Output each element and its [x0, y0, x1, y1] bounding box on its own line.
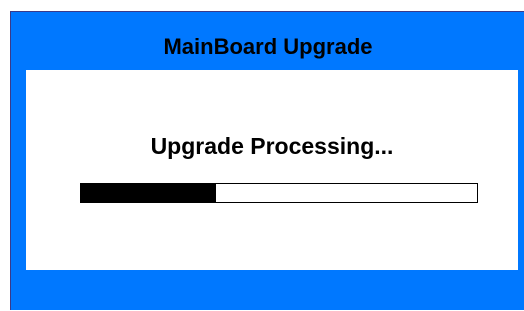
- dialog-title: MainBoard Upgrade: [163, 34, 373, 59]
- upgrade-dialog: MainBoard Upgrade Upgrade Processing...: [10, 11, 524, 310]
- status-panel: Upgrade Processing...: [26, 70, 518, 270]
- progress-bar: [80, 183, 478, 203]
- progress-bar-fill: [81, 184, 216, 202]
- status-text: Upgrade Processing...: [150, 133, 394, 159]
